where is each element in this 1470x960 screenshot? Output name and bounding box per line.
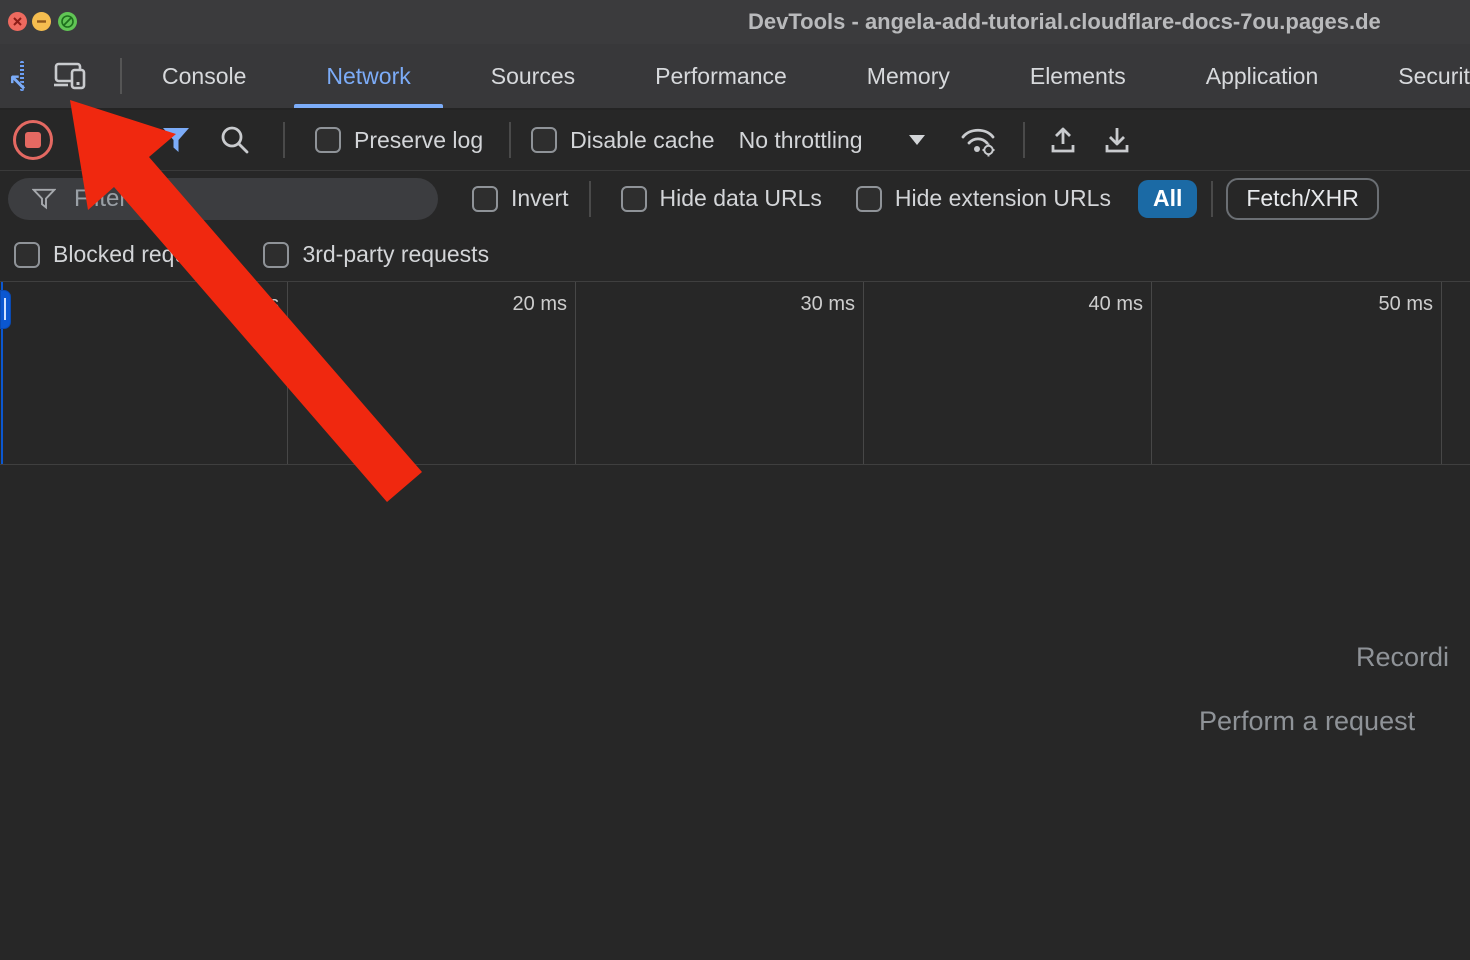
clear-icon[interactable] <box>79 126 107 154</box>
throttling-select[interactable]: No throttling <box>739 127 925 154</box>
divider <box>589 181 591 217</box>
network-toolbar: Preserve log Disable cache No throttling <box>0 110 1470 171</box>
hide-extension-urls-checkbox[interactable] <box>856 186 882 212</box>
tick-line <box>287 282 288 464</box>
tab-elements[interactable]: Elements <box>990 44 1166 108</box>
tick-label: 20 ms <box>427 293 567 316</box>
tab-memory[interactable]: Memory <box>827 44 990 108</box>
requests-empty-area: Recordi Perform a request <box>0 465 1470 960</box>
tick-line <box>1441 282 1442 464</box>
filter-funnel-outline-icon <box>32 188 56 210</box>
tab-sources[interactable]: Sources <box>451 44 615 108</box>
tick-line <box>1151 282 1152 464</box>
filter-input[interactable] <box>72 184 416 214</box>
network-overview-timeline[interactable]: 10 ms 20 ms 30 ms 40 ms 50 ms <box>0 282 1470 465</box>
hide-data-urls-checkbox[interactable] <box>621 186 647 212</box>
request-type-chip-fetch-xhr[interactable]: Fetch/XHR <box>1226 178 1378 220</box>
blocked-requests-checkbox[interactable] <box>14 242 40 268</box>
zoom-window-icon[interactable] <box>58 12 77 31</box>
inspect-cursor-icon: ↖ <box>8 72 28 96</box>
empty-state-perform-text: Perform a request <box>1199 706 1415 737</box>
network-conditions-icon[interactable] <box>959 123 999 157</box>
record-icon[interactable] <box>13 120 53 160</box>
network-filter-row-2: Blocked requests 3rd-party requests <box>0 228 1470 282</box>
tab-application[interactable]: Application <box>1166 44 1359 108</box>
device-toolbar-icon[interactable] <box>54 61 88 91</box>
divider <box>137 122 139 158</box>
window-title: DevTools - angela-add-tutorial.cloudflar… <box>748 0 1381 44</box>
devtools-tab-strip: ↖ Console Network Sources Performance Me… <box>0 44 1470 110</box>
request-type-chip-all[interactable]: All <box>1138 180 1197 218</box>
tick-label: 30 ms <box>715 293 855 316</box>
third-party-requests-label: 3rd-party requests <box>302 241 489 268</box>
hide-data-urls-label: Hide data URLs <box>660 185 822 212</box>
tick-label: 10 ms <box>139 293 279 316</box>
close-window-icon[interactable] <box>8 12 27 31</box>
filter-input-pill[interactable] <box>8 178 438 220</box>
minimize-window-icon[interactable] <box>32 12 51 31</box>
search-icon[interactable] <box>219 124 251 156</box>
export-har-icon[interactable] <box>1101 124 1133 156</box>
third-party-requests-checkbox[interactable] <box>263 242 289 268</box>
import-har-icon[interactable] <box>1047 124 1079 156</box>
inspect-element-icon[interactable]: ↖ <box>20 61 24 91</box>
blocked-requests-label: Blocked requests <box>53 241 229 268</box>
tick-label: 40 ms <box>1003 293 1143 316</box>
dropdown-caret-icon <box>909 135 925 145</box>
tab-security[interactable]: Security <box>1358 44 1470 108</box>
tab-console[interactable]: Console <box>122 44 286 108</box>
preserve-log-checkbox[interactable] <box>315 127 341 153</box>
tick-label: 50 ms <box>1293 293 1433 316</box>
divider <box>1023 122 1025 158</box>
divider <box>283 122 285 158</box>
tab-network[interactable]: Network <box>286 44 450 108</box>
throttling-value: No throttling <box>739 127 863 154</box>
preserve-log-label: Preserve log <box>354 127 483 154</box>
empty-state-recording-text: Recordi <box>1356 642 1449 673</box>
divider <box>509 122 511 158</box>
filter-funnel-icon[interactable] <box>161 127 191 154</box>
tick-line <box>863 282 864 464</box>
overview-left-grip[interactable] <box>0 290 11 329</box>
disable-cache-checkbox[interactable] <box>531 127 557 153</box>
invert-checkbox[interactable] <box>472 186 498 212</box>
network-filter-bar: Invert Hide data URLs Hide extension URL… <box>0 171 1470 226</box>
disable-cache-label: Disable cache <box>570 127 714 154</box>
titlebar: DevTools - angela-add-tutorial.cloudflar… <box>0 0 1470 45</box>
tab-performance[interactable]: Performance <box>615 44 827 108</box>
invert-label: Invert <box>511 185 569 212</box>
tick-line <box>575 282 576 464</box>
divider <box>1211 181 1213 217</box>
hide-extension-urls-label: Hide extension URLs <box>895 185 1111 212</box>
